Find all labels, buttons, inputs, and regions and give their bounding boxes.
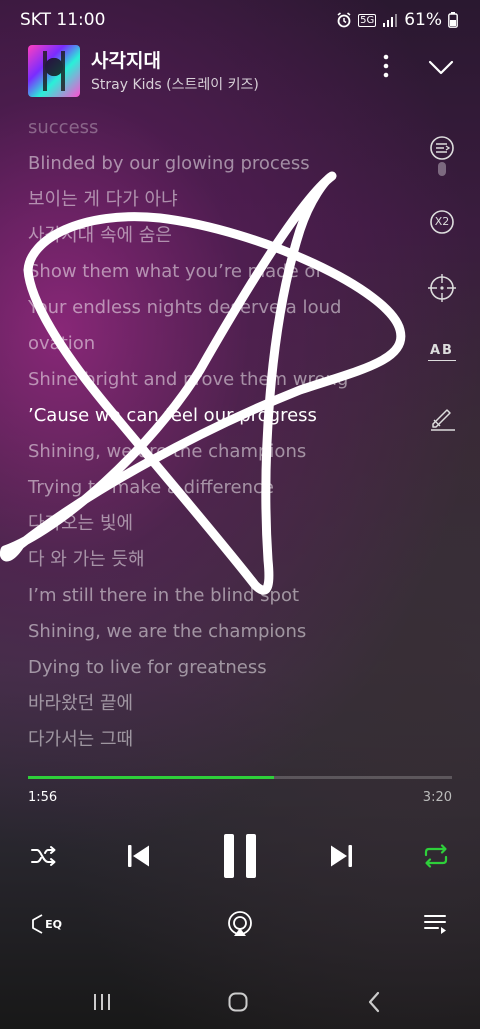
lyrics-scroll-icon bbox=[430, 136, 454, 176]
playback-controls bbox=[0, 826, 480, 886]
network-badge: 5G bbox=[358, 13, 377, 27]
status-time: SKT 11:00 bbox=[20, 10, 106, 30]
shuffle-button[interactable] bbox=[22, 836, 66, 876]
lyric-line[interactable]: Shining, we are the champions bbox=[28, 614, 408, 650]
album-art[interactable] bbox=[28, 45, 80, 97]
lyrics-scroll-button[interactable] bbox=[420, 130, 464, 176]
playlist-icon bbox=[424, 915, 446, 934]
lyric-line[interactable]: Blinded by our glowing process bbox=[28, 146, 408, 182]
lyric-line[interactable]: 다가서는 그때 bbox=[28, 722, 408, 758]
lyric-line[interactable]: Shining, we are the champions bbox=[28, 434, 408, 470]
lyric-line[interactable]: ovation bbox=[28, 326, 408, 362]
home-icon bbox=[228, 992, 248, 1012]
battery-icon bbox=[448, 12, 458, 28]
lyric-line[interactable]: Your endless nights deserve a loud bbox=[28, 290, 408, 326]
repeat-icon bbox=[424, 844, 448, 868]
equalizer-button[interactable]: EQ bbox=[24, 904, 68, 944]
lyric-line[interactable]: 다 와 가는 듯해 bbox=[28, 542, 408, 578]
previous-icon bbox=[128, 845, 149, 867]
lyric-line[interactable]: Show them what you’re made of bbox=[28, 254, 408, 290]
equalizer-icon bbox=[32, 914, 43, 934]
previous-button[interactable] bbox=[116, 834, 160, 878]
queue-button[interactable] bbox=[414, 904, 458, 944]
cast-audio-icon bbox=[228, 911, 252, 936]
collapse-button[interactable] bbox=[424, 54, 458, 80]
cast-button[interactable] bbox=[218, 904, 262, 944]
lyric-line[interactable]: 바라왔던 끝에 bbox=[28, 686, 408, 722]
recent-apps-icon bbox=[94, 994, 110, 1010]
bottom-tools: EQ bbox=[0, 900, 480, 948]
lyric-line[interactable]: 보이는 게 다가 아냐 bbox=[28, 182, 408, 218]
sync-position-button[interactable] bbox=[420, 266, 464, 310]
lyric-line[interactable]: Trying to make a difference bbox=[28, 470, 408, 506]
time-total: 3:20 bbox=[422, 790, 452, 805]
progress-fill bbox=[28, 776, 274, 779]
more-vertical-icon bbox=[383, 54, 389, 78]
back-icon bbox=[368, 991, 380, 1013]
text-size-icon: AB bbox=[428, 343, 456, 361]
track-artist[interactable]: Stray Kids (스트레이 키즈) bbox=[91, 74, 259, 94]
equalizer-label: EQ bbox=[45, 917, 62, 931]
recent-apps-button[interactable] bbox=[80, 985, 124, 1019]
draw-button[interactable] bbox=[420, 396, 464, 440]
lyric-line[interactable]: 다가오는 빛에 bbox=[28, 506, 408, 542]
target-icon bbox=[428, 274, 456, 302]
track-title: 사각지대 bbox=[91, 50, 161, 72]
pause-icon bbox=[224, 834, 256, 878]
lyric-line[interactable]: success bbox=[28, 110, 408, 146]
next-button[interactable] bbox=[320, 834, 364, 878]
lyric-line[interactable]: 사각지대 속에 숨은 bbox=[28, 218, 408, 254]
alarm-icon bbox=[337, 12, 351, 28]
shuffle-icon bbox=[31, 846, 56, 866]
more-options-button[interactable] bbox=[376, 52, 396, 82]
next-icon bbox=[331, 845, 352, 867]
repeat-button[interactable] bbox=[414, 836, 458, 876]
status-icons: 5G 61% bbox=[336, 10, 458, 30]
now-playing-header: 사각지대 Stray Kids (스트레이 키즈) bbox=[0, 40, 480, 110]
back-button[interactable] bbox=[352, 985, 396, 1019]
lyric-line[interactable]: Shine bright and prove them wrong bbox=[28, 362, 408, 398]
time-elapsed: 1:56 bbox=[28, 790, 58, 805]
system-nav-bar bbox=[0, 975, 480, 1029]
lyric-line[interactable]: I’m still there in the blind spot bbox=[28, 578, 408, 614]
lyric-line[interactable]: Dying to live for greatness bbox=[28, 650, 408, 686]
speed-button[interactable]: X2 bbox=[420, 200, 464, 244]
status-bar: SKT 11:00 5G 61% bbox=[0, 0, 480, 40]
pen-draw-icon bbox=[431, 409, 455, 431]
signal-icon bbox=[383, 14, 398, 27]
home-button[interactable] bbox=[216, 985, 260, 1019]
pause-button[interactable] bbox=[214, 828, 266, 884]
lyric-line-current[interactable]: ’Cause we can feel our progress bbox=[28, 398, 408, 434]
text-size-button[interactable]: AB bbox=[420, 330, 464, 374]
lyrics-panel[interactable]: success Blinded by our glowing process 보이는… bbox=[28, 110, 408, 758]
speed-label: X2 bbox=[434, 215, 450, 228]
progress-bar[interactable] bbox=[28, 776, 452, 779]
chevron-down-icon bbox=[428, 60, 454, 75]
battery-percent: 61% bbox=[404, 10, 442, 30]
